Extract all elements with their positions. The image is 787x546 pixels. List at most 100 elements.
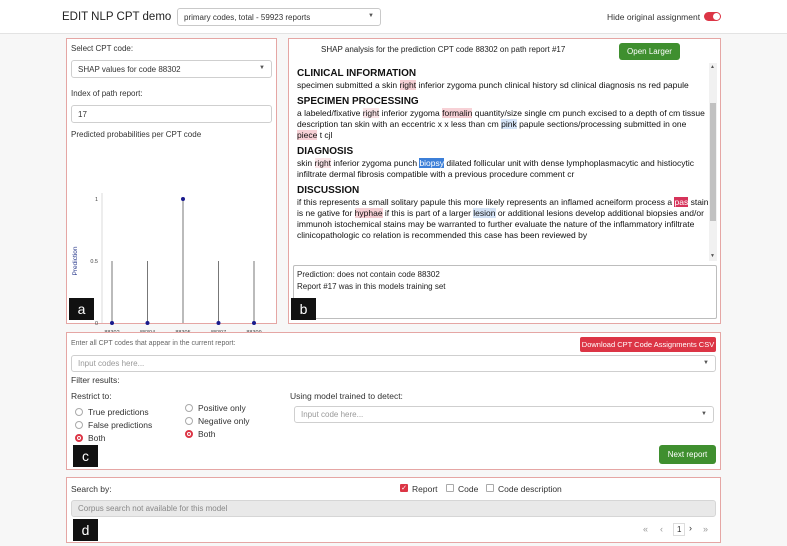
select-code-label: Select CPT code:	[71, 44, 134, 53]
radio-both-2[interactable]	[185, 430, 193, 438]
dataset-select[interactable]: primary codes, total - 59923 reports ▼	[177, 8, 381, 26]
training-set-line: Report #17 was in this models training s…	[297, 282, 446, 291]
last-page-icon[interactable]: »	[703, 524, 708, 534]
scroll-thumb[interactable]	[710, 103, 716, 221]
text-segment: inferior zygoma punch clinical history s…	[418, 80, 689, 90]
section-clinical-title: CLINICAL INFORMATION	[297, 68, 417, 79]
restrict-label: Restrict to:	[71, 391, 112, 401]
prediction-line: Prediction: does not contain code 88302	[297, 270, 440, 279]
section-discussion-title: DISCUSSION	[297, 185, 360, 196]
radio-negative-only[interactable]	[185, 417, 193, 425]
open-larger-button[interactable]: Open Larger	[619, 43, 680, 60]
radio-both-2-label: Both	[198, 429, 216, 439]
panel-label-a: a	[69, 298, 94, 320]
y-tick-label: 0	[95, 321, 98, 327]
report-index-input[interactable]: 17	[71, 105, 272, 123]
radio-false-label: False predictions	[88, 420, 153, 430]
hide-assignment-toggle[interactable]	[704, 12, 721, 21]
section-clinical-body: specimen submitted a skin right inferior…	[297, 80, 709, 91]
app-title: EDIT NLP CPT demo	[62, 11, 172, 23]
code-checkbox-label: Code	[458, 484, 479, 494]
report-checkbox[interactable]: ✓	[400, 484, 408, 492]
model-code-input[interactable]: Input code here... ▼	[294, 406, 714, 423]
cpt-code-select-value: SHAP values for code 88302	[78, 65, 181, 74]
page-number[interactable]: 1	[673, 523, 686, 536]
section-specimen-title: SPECIMEN PROCESSING	[297, 96, 419, 107]
chevron-down-icon: ▼	[368, 13, 374, 19]
shap-highlight: formalin	[442, 108, 473, 118]
panel-label-d: d	[73, 519, 98, 541]
data-point	[110, 321, 114, 325]
codes-input-placeholder: Input codes here...	[78, 359, 145, 368]
model-label: Using model trained to detect:	[290, 391, 403, 401]
cpt-code-select[interactable]: SHAP values for code 88302 ▼	[71, 60, 272, 78]
code-checkbox[interactable]	[446, 484, 454, 492]
first-page-icon[interactable]: «	[643, 524, 648, 534]
report-index-value: 17	[78, 110, 87, 119]
shap-highlight: pink	[501, 119, 517, 129]
data-point	[216, 321, 221, 325]
top-bar: EDIT NLP CPT demo primary codes, total -…	[0, 0, 787, 34]
code-description-checkbox[interactable]	[486, 484, 494, 492]
dataset-select-value: primary codes, total - 59923 reports	[184, 13, 311, 22]
shap-highlight: piece	[297, 130, 318, 140]
model-code-placeholder: Input code here...	[301, 410, 364, 419]
shap-highlight: right	[314, 158, 332, 168]
text-segment: t cjl	[319, 130, 333, 140]
text-segment: if this is part of a larger	[384, 208, 471, 218]
data-point	[252, 321, 256, 325]
panel-d: Search by: ✓ Report Code Code descriptio…	[66, 477, 721, 543]
panel-label-c: c	[73, 445, 98, 467]
scroll-up-icon[interactable]: ▲	[710, 64, 715, 70]
panel-a: Select CPT code: SHAP values for code 88…	[66, 38, 277, 350]
scroll-down-icon[interactable]: ▼	[710, 253, 715, 259]
text-segment: if this represents a small solitary papu…	[297, 197, 673, 207]
radio-both-1[interactable]	[75, 434, 83, 442]
section-specimen-body: a labeled/fixative right inferior zygoma…	[297, 108, 709, 141]
next-report-button[interactable]: Next report	[659, 445, 716, 464]
chevron-down-icon: ▼	[259, 65, 265, 71]
panel-label-b: b	[291, 298, 316, 320]
text-segment: papule sections/processing submitted in …	[519, 119, 687, 129]
section-diagnosis-body: skin right inferior zygoma punch biopsy …	[297, 158, 709, 180]
shap-highlight: pas	[674, 197, 689, 207]
text-segment: a labeled/fixative	[297, 108, 361, 118]
shap-scrollbar[interactable]: ▲ ▼	[709, 63, 717, 261]
prev-page-icon[interactable]: ‹	[660, 524, 663, 534]
shap-highlight: lesion	[473, 208, 496, 218]
codes-input[interactable]: Input codes here... ▼	[71, 355, 716, 372]
radio-negative-label: Negative only	[198, 416, 250, 426]
prediction-result-box[interactable]: Prediction: does not contain code 88302 …	[293, 265, 717, 319]
code-description-label: Code description	[498, 484, 562, 494]
text-segment: specimen submitted a skin	[297, 80, 398, 90]
shap-highlight: right	[399, 80, 417, 90]
report-checkbox-label: Report	[412, 484, 438, 494]
radio-positive-only[interactable]	[185, 404, 193, 412]
chevron-down-icon: ▼	[701, 411, 707, 417]
chart-heading: Predicted probabilities per CPT code	[71, 130, 202, 139]
data-point	[181, 197, 185, 201]
download-csv-button[interactable]: Download CPT Code Assignments CSV	[580, 337, 716, 352]
hide-assignment-label: Hide original assignment	[607, 12, 701, 22]
panel-b: SHAP analysis for the prediction CPT cod…	[288, 38, 721, 324]
corpus-search-placeholder: Corpus search not available for this mod…	[78, 504, 228, 513]
radio-true-predictions[interactable]	[75, 408, 83, 416]
shap-highlight: biopsy	[419, 158, 445, 168]
panel-c: Enter all CPT codes that appear in the c…	[66, 332, 721, 470]
chevron-down-icon: ▼	[703, 360, 709, 366]
radio-both-1-label: Both	[88, 433, 106, 443]
y-axis-label: Prediction	[72, 246, 79, 275]
shap-highlight: right	[362, 108, 380, 118]
y-tick-label: 1	[95, 197, 98, 203]
index-label: Index of path report:	[71, 89, 143, 98]
data-point	[145, 321, 150, 325]
text-segment: inferior zygoma	[381, 108, 440, 118]
radio-false-predictions[interactable]	[75, 421, 83, 429]
corpus-search-input[interactable]: Corpus search not available for this mod…	[71, 500, 716, 517]
section-discussion-body: if this represents a small solitary papu…	[297, 197, 709, 241]
radio-true-label: True predictions	[88, 407, 149, 417]
next-page-icon[interactable]: ›	[689, 523, 692, 533]
section-diagnosis-title: DIAGNOSIS	[297, 146, 354, 157]
shap-title: SHAP analysis for the prediction CPT cod…	[321, 45, 566, 54]
y-tick-label: 0.5	[90, 259, 98, 265]
